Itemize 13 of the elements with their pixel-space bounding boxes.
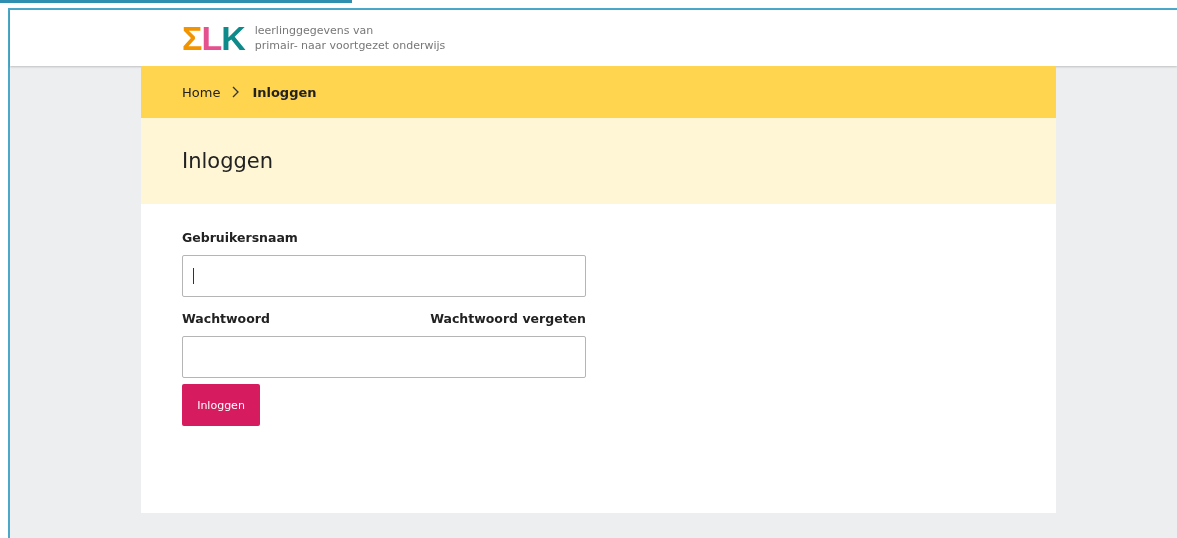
chevron-icon (232, 86, 241, 98)
forgot-password-link[interactable]: Wachtwoord vergeten (430, 311, 586, 326)
field-label: Gebruikersnaam (182, 230, 298, 245)
input-field[interactable] (182, 255, 586, 297)
page-title: Inloggen (182, 149, 274, 173)
tagline: leerlinggegevens van (254, 23, 375, 38)
field-label: Wachtwoord (182, 311, 270, 326)
breadcrumb-item[interactable]: Inloggen (252, 84, 317, 100)
breadcrumb-item[interactable]: Home (182, 84, 221, 100)
input-field[interactable] (182, 336, 586, 378)
login-button[interactable]: Inloggen (182, 384, 260, 426)
logo[interactable]: ΣLK (182, 21, 245, 55)
tagline: primair- naar voortgezet onderwijs (254, 38, 446, 53)
